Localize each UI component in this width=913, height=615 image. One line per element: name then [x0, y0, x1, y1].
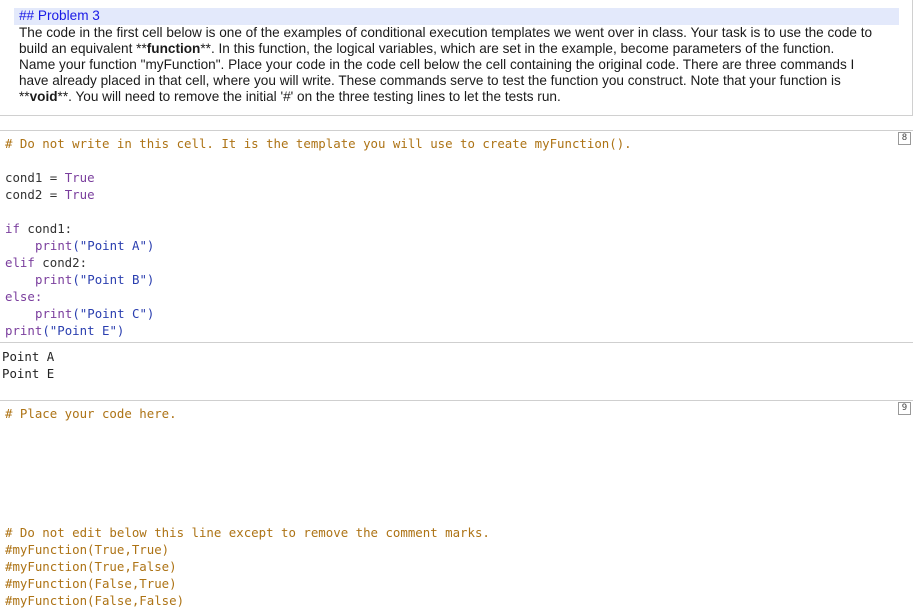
code-comment: # Do not edit below this line except to …	[5, 525, 490, 540]
code-line-print-e: print("Point E")	[5, 323, 125, 338]
code-line-elif: elif cond2:	[5, 255, 88, 270]
code-line-print-c: print("Point C")	[35, 306, 155, 321]
description-line: **void**. You will need to remove the in…	[19, 89, 561, 104]
description-line: build an equivalent **function**. In thi…	[19, 41, 835, 56]
keyword-elif: elif	[5, 255, 35, 270]
keyword-if: if	[5, 221, 20, 236]
output-line: Point E	[2, 366, 55, 381]
print-function: print	[35, 272, 73, 287]
description-line: have already placed in that cell, where …	[19, 73, 841, 88]
code-comment: # Do not write in this cell. It is the t…	[5, 136, 632, 151]
variable-name: cond2	[5, 187, 43, 202]
output-line: Point A	[2, 349, 55, 364]
markdown-cell[interactable]: ## Problem 3 The code in the first cell …	[0, 0, 913, 116]
print-function: print	[35, 238, 73, 253]
description-line: Name your function "myFunction". Place y…	[19, 57, 855, 72]
cell-output: Point A Point E	[0, 345, 913, 385]
execution-count: 8	[898, 132, 911, 145]
code-line-cond2: cond2 = True	[5, 187, 95, 202]
execution-count: 9	[898, 402, 911, 415]
code-line-print-a: print("Point A")	[35, 238, 155, 253]
code-comment: # Place your code here.	[5, 406, 177, 421]
code-line-cond1: cond1 = True	[5, 170, 95, 185]
problem-heading: ## Problem 3	[14, 8, 899, 25]
boolean-value: True	[64, 170, 95, 185]
code-line-print-b: print("Point B")	[35, 272, 155, 287]
code-line-if: if cond1:	[5, 221, 73, 236]
test-line: #myFunction(True,True)	[5, 542, 170, 557]
test-line: #myFunction(False,True)	[5, 576, 177, 591]
variable-name: cond1	[5, 170, 43, 185]
test-line: #myFunction(True,False)	[5, 559, 177, 574]
keyword-else: else:	[5, 289, 43, 304]
description-line: The code in the first cell below is one …	[19, 25, 873, 40]
code-cell-template[interactable]: 8 # Do not write in this cell. It is the…	[0, 130, 913, 343]
test-line: #myFunction(False,False)	[5, 593, 185, 608]
print-function: print	[35, 306, 73, 321]
print-function: print	[5, 323, 43, 338]
boolean-value: True	[64, 187, 95, 202]
code-cell-answer[interactable]: 9 # Place your code here. # Do not edit …	[0, 400, 913, 615]
problem-description: The code in the first cell below is one …	[14, 25, 899, 105]
